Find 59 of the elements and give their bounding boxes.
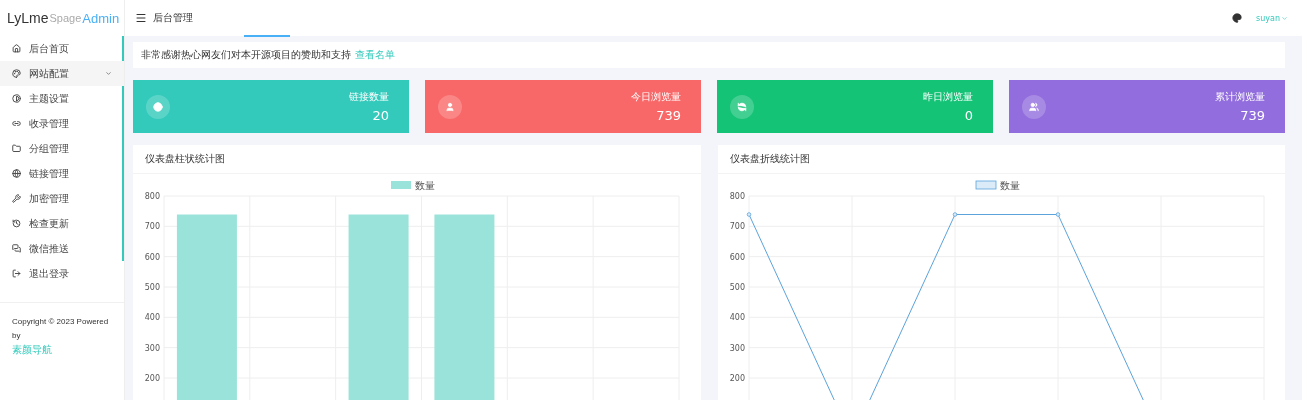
axis-tick-label: 500 — [144, 283, 160, 292]
sidebar-item[interactable]: 加密管理 — [0, 186, 122, 211]
stat-label: 昨日浏览量 — [923, 90, 973, 104]
logout-icon — [12, 269, 21, 278]
wrench-icon — [12, 194, 21, 203]
stat-value: 0 — [964, 108, 973, 123]
page-title: 后台管理 — [153, 11, 194, 25]
brand-logo[interactable]: LyLmeSpageAdmin — [0, 0, 124, 36]
axis-tick-label: 600 — [729, 252, 745, 262]
refresh-badge-icon — [730, 94, 754, 119]
chart-point — [1055, 212, 1060, 217]
copyright-text: Copyright © 2023 Powered by — [12, 317, 109, 340]
caret-icon — [1281, 14, 1288, 22]
sidebar-item[interactable]: 收录管理 — [0, 111, 122, 136]
axis-tick-label: 500 — [729, 283, 745, 292]
stat-label: 累计浏览量 — [1215, 90, 1265, 104]
home-icon — [12, 44, 21, 53]
stat-value: 739 — [656, 108, 681, 123]
history-icon — [12, 219, 21, 228]
axis-tick-label: 300 — [144, 343, 160, 353]
axis-tick-label: 700 — [144, 222, 160, 232]
stat-value: 20 — [372, 108, 389, 123]
sidebar-item[interactable]: 主题设置 — [0, 86, 122, 111]
chart-legend[interactable]: 数量 — [975, 180, 1020, 191]
menu-icon[interactable] — [135, 12, 147, 24]
axis-tick-label: 800 — [144, 192, 160, 201]
legend-label: 数量 — [415, 180, 435, 191]
axis-tick-label: 400 — [729, 313, 745, 323]
axis-tick-label: 200 — [729, 374, 745, 383]
stat-label: 链接数量 — [349, 90, 389, 104]
chart-point — [746, 212, 751, 217]
folder-icon — [12, 144, 21, 153]
chat-icon — [12, 244, 21, 253]
sidebar-item[interactable]: 链接管理 — [0, 161, 122, 186]
axis-tick-label: 700 — [729, 222, 745, 232]
sidebar-item[interactable]: 分组管理 — [0, 136, 122, 161]
legend-label: 数量 — [999, 180, 1020, 191]
contrast-icon — [12, 94, 21, 103]
sidebar-item[interactable]: 网站配置 — [0, 61, 124, 86]
sidebar-item[interactable]: 检查更新 — [0, 211, 122, 236]
axis-tick-label: 400 — [144, 313, 160, 323]
axis-tick-label: 600 — [144, 252, 160, 262]
user-badge-icon — [438, 94, 462, 119]
notice-text: 非常感谢热心网友们对本开源项目的赞助和支持 查看名单 — [141, 48, 395, 62]
chart-title: 仪表盘柱状统计图 — [145, 152, 225, 166]
sidebar-item[interactable]: 微信推送 — [0, 236, 122, 261]
chart-legend[interactable]: 数量 — [391, 180, 435, 191]
stat-value: 739 — [1240, 108, 1265, 123]
link-icon — [12, 119, 21, 128]
globe-icon — [12, 169, 21, 178]
palette-icon — [12, 69, 21, 78]
users-badge-icon — [1022, 94, 1046, 119]
chart-point — [952, 212, 957, 217]
stat-label: 今日浏览量 — [631, 90, 681, 104]
chart-title: 仪表盘折线统计图 — [729, 152, 810, 166]
axis-tick-label: 800 — [729, 192, 745, 201]
axis-tick-label: 300 — [729, 343, 745, 353]
palette-icon[interactable] — [1232, 13, 1243, 23]
axis-tick-label: 200 — [144, 374, 160, 383]
